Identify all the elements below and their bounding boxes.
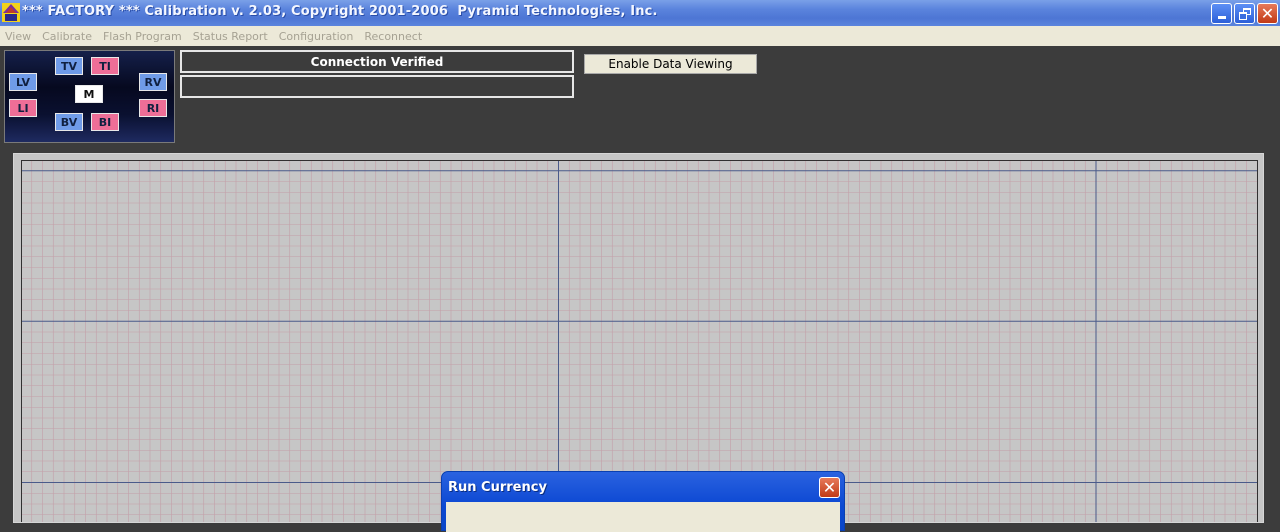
status-message [180,75,574,98]
data-chart [13,153,1264,523]
restore-button[interactable] [1234,3,1255,24]
window-title: *** FACTORY *** Calibration v. 2.03, Cop… [22,4,658,19]
close-icon: ✕ [822,477,837,497]
sensor-button-lv[interactable]: LV [9,73,37,91]
minimize-button[interactable] [1211,3,1232,24]
menu-calibrate[interactable]: Calibrate [37,30,98,43]
dialog-title: Run Currency [448,480,547,495]
close-icon: ✕ [1260,3,1275,23]
run-currency-dialog[interactable]: Run Currency ✕ [441,471,845,532]
menu-status-report[interactable]: Status Report [188,30,274,43]
connection-status: Connection Verified [180,50,574,73]
sensor-button-tv[interactable]: TV [55,57,83,75]
sensor-button-ti[interactable]: TI [91,57,119,75]
close-button[interactable]: ✕ [1257,3,1278,24]
sensor-button-bi[interactable]: BI [91,113,119,131]
menu-flash-program[interactable]: Flash Program [98,30,188,43]
chart-grid [21,160,1258,522]
app-pyramid-icon[interactable] [2,3,20,22]
sensor-button-bv[interactable]: BV [55,113,83,131]
sensor-panel-map: TV TI LV RV M LI RI BV BI [4,50,175,143]
menu-configuration[interactable]: Configuration [274,30,360,43]
sensor-button-li[interactable]: LI [9,99,37,117]
sensor-button-ri[interactable]: RI [139,99,167,117]
menu-reconnect[interactable]: Reconnect [359,30,428,43]
dialog-body [446,502,840,532]
sensor-button-rv[interactable]: RV [139,73,167,91]
grid-border [21,160,1258,522]
sensor-button-m[interactable]: M [75,85,103,103]
dialog-close-button[interactable]: ✕ [819,477,840,498]
restore-icon [1238,7,1251,20]
enable-data-viewing-button[interactable]: Enable Data Viewing [584,54,757,74]
menu-view[interactable]: View [0,30,37,43]
minimize-icon [1217,16,1226,19]
menu-bar: View Calibrate Flash Program Status Repo… [0,26,1280,46]
title-bar[interactable]: *** FACTORY *** Calibration v. 2.03, Cop… [0,0,1280,26]
